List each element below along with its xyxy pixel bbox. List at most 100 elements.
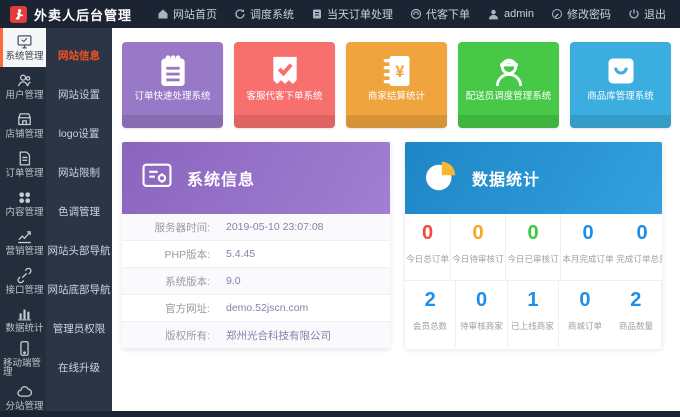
stat-value: 0 (582, 223, 593, 243)
stat-value: 2 (630, 290, 641, 310)
stat-value: 2 (425, 290, 436, 310)
shortcut-tile-label: 配送员调度管理系统 (466, 92, 552, 102)
tile-bottom-strip (234, 115, 335, 128)
stat-cell: 0 待审核商家 (456, 281, 507, 347)
sidebar-item-label: 接口管理 (5, 286, 43, 296)
shortcut-tiles: 订单快速处理系统 客服代客下单系统 ¥ 商家结算统计 配送员 (122, 42, 671, 128)
sidebar-item[interactable]: 移动端管理 (0, 339, 46, 378)
system-info-row-value: 9.0 (226, 275, 241, 287)
system-info-title: 系统信息 (187, 166, 255, 190)
sidebar-item-label: 数据统计 (5, 324, 43, 334)
dispatch-icon (234, 8, 246, 20)
submenu-item[interactable]: 网站限制 (46, 153, 112, 192)
stat-label: 待审核商家 (460, 319, 503, 331)
shortcut-tile[interactable]: 配送员调度管理系统 (458, 42, 559, 128)
stat-cell: 2 会员总数 (405, 281, 456, 347)
mobile-icon (16, 340, 33, 357)
stats-row-2: 2 会员总数 0 待审核商家 1 已上线商家 (405, 281, 662, 347)
topnav-item[interactable]: 调度系统 (234, 6, 294, 22)
sidebar-item[interactable]: 内容管理 (0, 184, 46, 223)
sidebar-item[interactable]: 订单管理 (0, 145, 46, 184)
submenu-item[interactable]: 管理员权限 (46, 309, 112, 348)
topnav-item[interactable]: 当天订单处理 (311, 6, 393, 22)
system-info-row-value: demo.52jscn.com (226, 302, 308, 314)
api-link-icon (16, 267, 33, 284)
system-info-row-label: 官方网址: (122, 301, 210, 316)
shortcut-tile[interactable]: 客服代客下单系统 (234, 42, 335, 128)
submenu-item[interactable]: 在线升级 (46, 348, 112, 387)
system-info-row-label: 版权所有: (122, 328, 210, 343)
tile-bottom-strip (458, 115, 559, 128)
topnav-item-label: 调度系统 (250, 6, 294, 22)
sidebar-item[interactable]: 接口管理 (0, 261, 46, 300)
sidebar-item[interactable]: 营销管理 (0, 222, 46, 261)
marketing-chart-icon (16, 228, 33, 245)
shortcut-tile[interactable]: 商品库管理系统 (570, 42, 671, 128)
stat-label: 今日待审核订 (452, 252, 503, 264)
topnav-item-label: admin (504, 8, 534, 20)
sidebar-item[interactable]: 数据统计 (0, 300, 46, 339)
courier-icon (489, 50, 529, 92)
stat-cell: 0 完成订单总量 (615, 214, 662, 280)
shortcut-tile-label: 订单快速处理系统 (134, 92, 210, 102)
topnav-item[interactable]: 网站首页 (157, 6, 217, 22)
topbar: 外卖人后台管理 网站首页 调度系统 当天订单处理 (0, 0, 680, 28)
submenu-item[interactable]: 网站信息 (46, 36, 112, 75)
submenu-item[interactable]: 网站设置 (46, 75, 112, 114)
sidebar-item-label: 移动端管理 (3, 359, 46, 378)
users-icon (16, 72, 33, 89)
stat-value: 0 (579, 290, 590, 310)
monitor-icon (16, 33, 33, 50)
shortcut-tile[interactable]: 订单快速处理系统 (122, 42, 223, 128)
data-stats-header: 数据统计 (405, 142, 662, 214)
content-grid-icon (16, 189, 33, 206)
notepad-icon (153, 50, 193, 92)
sidebar-item-label: 订单管理 (5, 169, 43, 179)
tile-bottom-strip (570, 115, 671, 128)
topnav-item[interactable]: 代客下单 (410, 6, 470, 22)
topnav-item[interactable]: 退出 (628, 6, 666, 22)
system-info-row: 服务器时间: 2019-05-10 23:07:08 (122, 214, 390, 241)
submenu-item[interactable]: logo设置 (46, 114, 112, 153)
system-info-row: 版权所有: 郑州光合科技有限公司 (122, 322, 390, 349)
proxy-order-icon (410, 8, 422, 20)
svg-text:¥: ¥ (395, 62, 405, 81)
topnav-item[interactable]: 修改密码 (551, 6, 611, 22)
sidebar-item[interactable]: 店铺管理 (0, 106, 46, 145)
sidebar-item-label: 店铺管理 (5, 130, 43, 140)
submenu-item[interactable]: 网站底部导航 (46, 270, 112, 309)
sidebar-item[interactable]: 用户管理 (0, 67, 46, 106)
system-info-row-value: 5.4.45 (226, 248, 255, 260)
shortcut-tile-label: 客服代客下单系统 (246, 92, 322, 102)
stat-cell: 0 今日总订单 (405, 214, 451, 280)
shortcut-tile-label: 商品库管理系统 (587, 92, 654, 102)
system-info-row-value: 郑州光合科技有限公司 (226, 328, 331, 343)
shortcut-tile[interactable]: ¥ 商家结算统计 (346, 42, 447, 128)
tile-bottom-strip (122, 115, 223, 128)
stat-cell: 0 今日已审核订 (506, 214, 561, 280)
sidebar-item[interactable]: 系统管理 (0, 28, 46, 67)
stat-label: 商品数量 (619, 319, 653, 331)
submenu-item[interactable]: 网站头部导航 (46, 231, 112, 270)
edit-password-icon (551, 8, 563, 20)
main-content: 订单快速处理系统 客服代客下单系统 ¥ 商家结算统计 配送员 (112, 28, 680, 411)
topnav-item-label: 当天订单处理 (327, 6, 393, 22)
stat-value: 0 (637, 223, 648, 243)
system-info-row-value: 2019-05-10 23:07:08 (226, 221, 324, 233)
order-file-icon (16, 150, 33, 167)
sidebar-item-label: 用户管理 (5, 91, 43, 101)
stat-label: 会员总数 (413, 319, 447, 331)
sidebar-item-label: 营销管理 (5, 247, 43, 257)
system-info-row-label: 服务器时间: (122, 220, 210, 235)
topnav-item[interactable]: admin (487, 8, 534, 21)
stat-label: 今日总订单 (406, 252, 449, 264)
stat-value: 0 (527, 223, 538, 243)
stat-label: 今日已审核订 (507, 252, 558, 264)
panels-row: 系统信息 服务器时间: 2019-05-10 23:07:08 PHP版本: 5… (122, 142, 671, 349)
brand: 外卖人后台管理 (10, 5, 132, 24)
shopping-bag-icon (601, 50, 641, 92)
system-info-header: 系统信息 (122, 142, 390, 214)
stats-row-1: 0 今日总订单 0 今日待审核订 0 今日已审核订 (405, 214, 662, 281)
submenu-item[interactable]: 色调管理 (46, 192, 112, 231)
system-info-row: 系统版本: 9.0 (122, 268, 390, 295)
